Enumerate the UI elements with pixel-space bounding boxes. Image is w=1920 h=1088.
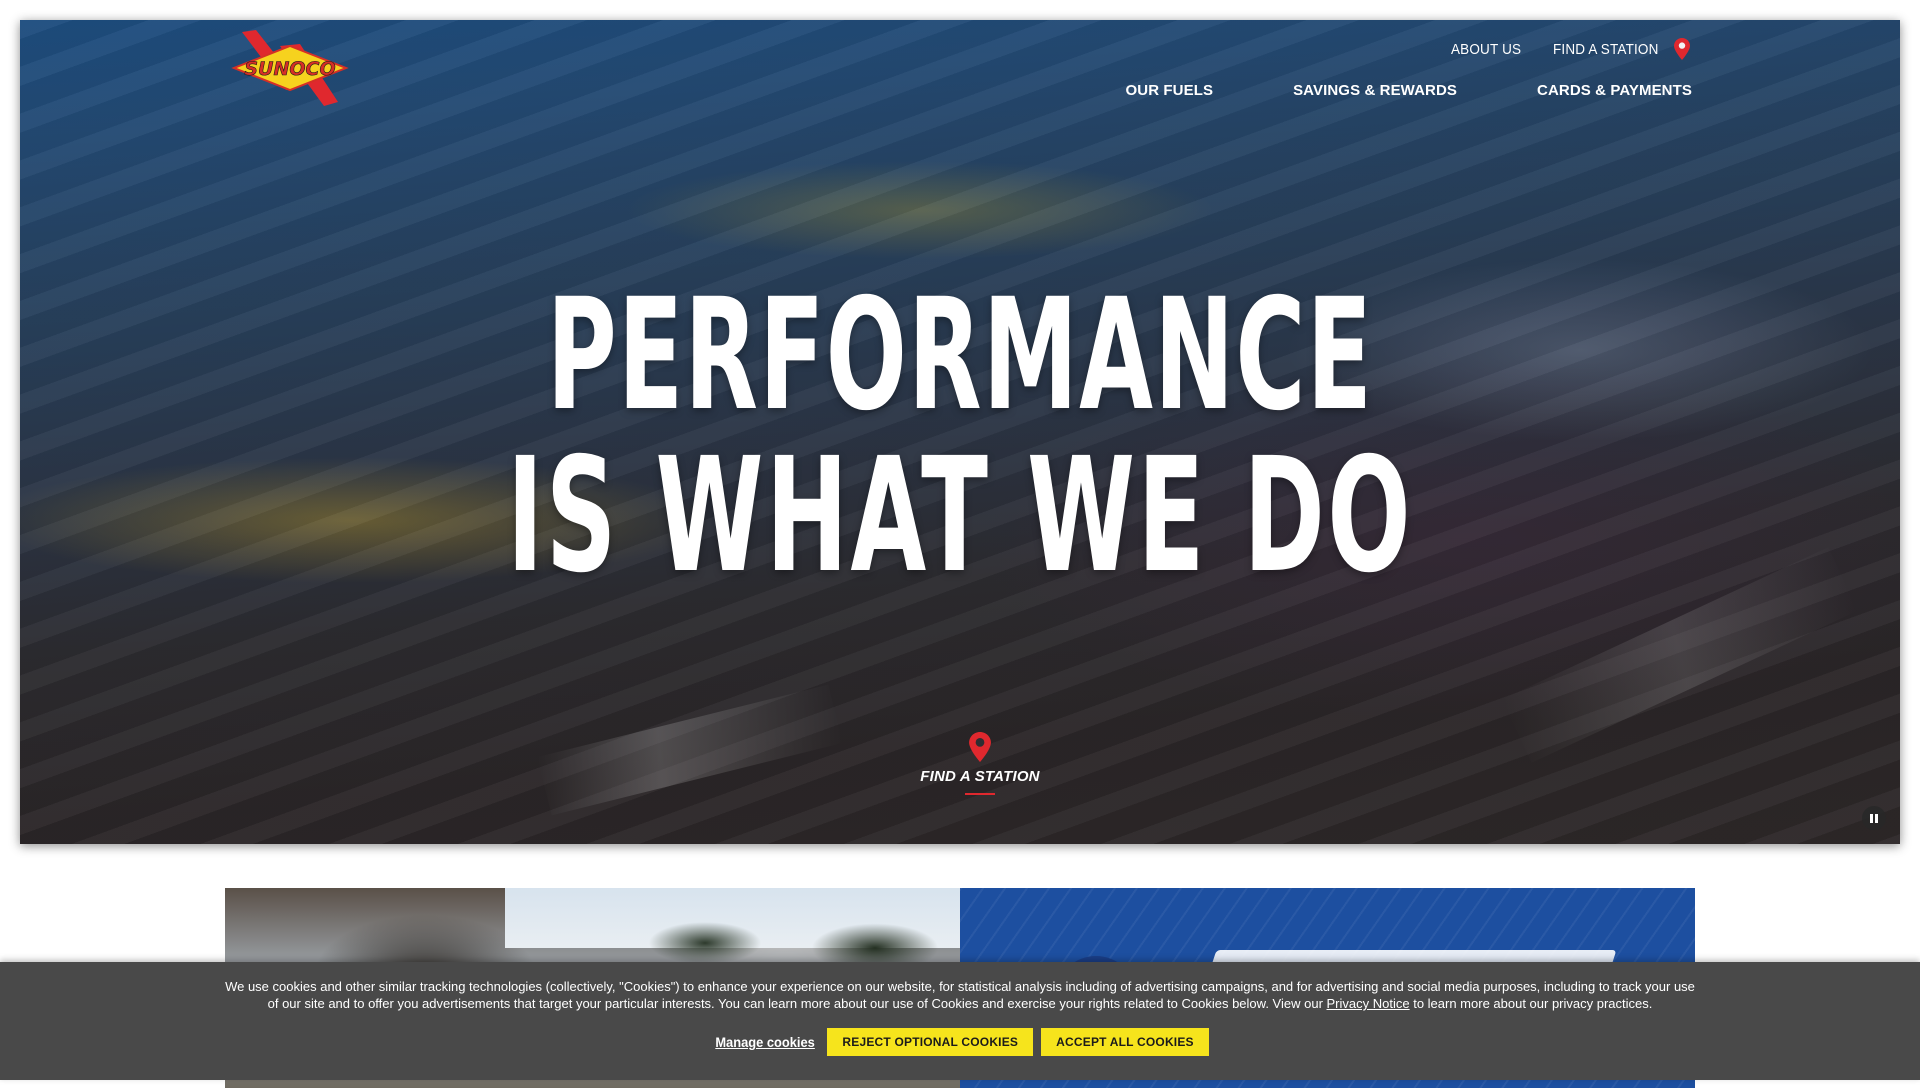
accept-all-cookies-button[interactable]: ACCEPT ALL COOKIES: [1041, 1028, 1209, 1056]
find-station-label: FIND A STATION: [1552, 40, 1659, 58]
privacy-notice-link[interactable]: Privacy Notice: [1327, 996, 1410, 1011]
pause-icon: [1870, 813, 1873, 823]
map-pin-icon: [969, 732, 991, 762]
pause-icon-bar: [1875, 813, 1878, 823]
cookie-message: We use cookies and other similar trackin…: [220, 978, 1700, 1012]
hero-find-station-label: FIND A STATION: [920, 768, 1040, 785]
cookie-text-end: to learn more about our privacy practice…: [1409, 996, 1653, 1011]
cookie-banner: We use cookies and other similar trackin…: [0, 962, 1920, 1080]
hero-headline-line-2: IS WHAT WE DO: [506, 424, 1414, 608]
map-pin-icon: [1674, 38, 1690, 60]
sunoco-logo[interactable]: SUNOCO: [230, 28, 350, 108]
pause-video-button[interactable]: [1862, 806, 1886, 830]
hero-find-station-button[interactable]: FIND A STATION: [890, 732, 1070, 795]
main-nav: OUR FUELS SAVINGS & REWARDS CARDS & PAYM…: [1126, 82, 1693, 99]
cta-underline: [965, 793, 995, 795]
find-station-link[interactable]: FIND A STATION: [1553, 38, 1690, 60]
hero-headline-line-1: PERFORMANCE: [546, 266, 1374, 445]
road-line-decoration: [537, 684, 843, 816]
nav-savings-rewards[interactable]: SAVINGS & REWARDS: [1293, 82, 1457, 99]
svg-text:SUNOCO: SUNOCO: [244, 58, 335, 80]
reject-optional-cookies-button[interactable]: REJECT OPTIONAL COOKIES: [827, 1028, 1034, 1056]
nav-our-fuels[interactable]: OUR FUELS: [1126, 82, 1214, 99]
nav-cards-payments[interactable]: CARDS & PAYMENTS: [1537, 82, 1692, 99]
about-us-link[interactable]: ABOUT US: [1451, 41, 1521, 58]
hero-banner: SUNOCO ABOUT US FIND A STATION OUR FUELS…: [20, 20, 1900, 844]
hero-headline: PERFORMANCE IS WHAT WE DO: [20, 266, 1900, 608]
utility-nav: ABOUT US FIND A STATION: [1451, 38, 1690, 60]
manage-cookies-link[interactable]: Manage cookies: [716, 1034, 816, 1050]
cookie-actions: Manage cookies REJECT OPTIONAL COOKIES A…: [0, 1028, 1920, 1056]
